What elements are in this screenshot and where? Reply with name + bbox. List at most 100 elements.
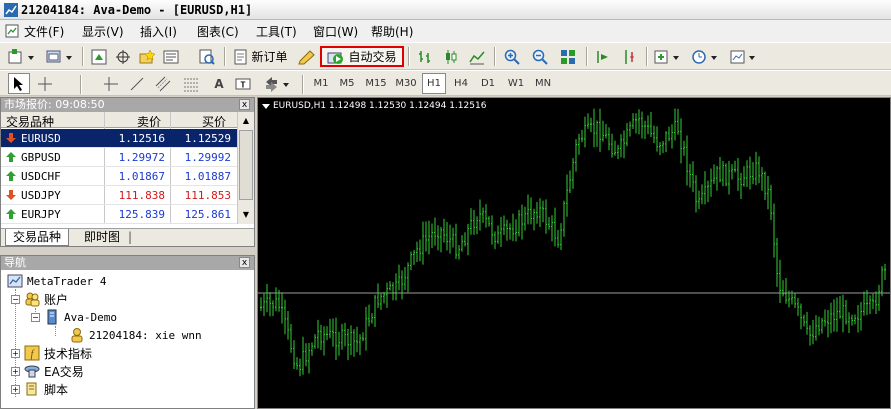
document-icon[interactable] (4, 23, 20, 39)
collapse-icon[interactable]: − (31, 312, 40, 322)
market-watch-toggle[interactable] (88, 46, 110, 67)
tree-indicators-label: 技术指标 (44, 346, 93, 361)
zoom-in-button[interactable] (500, 46, 524, 67)
price-bar (764, 171, 766, 201)
strategy-tester-toggle[interactable] (196, 46, 218, 67)
tree-root[interactable]: MetaTrader 4 (7, 272, 106, 290)
price-bar (872, 293, 874, 310)
tree-account[interactable]: 21204184: xie wnn (69, 326, 202, 344)
tf-m1[interactable]: M1 (309, 73, 333, 94)
tree-scripts[interactable]: + 脚本 (11, 380, 68, 398)
expand-icon[interactable]: + (11, 366, 20, 376)
price-bar (647, 115, 649, 135)
scroll-thumb[interactable] (239, 130, 253, 200)
new-order-button[interactable]: 新订单 (230, 46, 292, 67)
price-bar (401, 270, 403, 300)
tree-indicators[interactable]: + f 技术指标 (11, 344, 92, 362)
menu-window[interactable]: 窗口(W) (313, 23, 358, 40)
scroll-up-icon[interactable]: ▲ (239, 113, 253, 129)
arrows-dropdown[interactable] (262, 73, 296, 94)
tab-tick-chart[interactable]: 即时图 (77, 229, 127, 246)
tile-windows-button[interactable] (556, 46, 580, 67)
market-row-eurusd[interactable]: EURUSD 1.12516 1.12529 (1, 129, 237, 148)
close-icon[interactable]: x (239, 99, 250, 110)
menu-tools[interactable]: 工具(T) (256, 23, 297, 40)
bar-chart-button[interactable] (414, 46, 436, 67)
tree-experts[interactable]: + EA交易 (11, 362, 84, 380)
tf-d1[interactable]: D1 (476, 73, 500, 94)
market-row-gbpusd[interactable]: GBPUSD 1.29972 1.29992 (1, 148, 237, 167)
menu-insert[interactable]: 插入(I) (140, 23, 177, 40)
zoom-out-button[interactable] (528, 46, 552, 67)
tf-m15[interactable]: M15 (362, 73, 390, 94)
price-chart[interactable] (258, 98, 890, 408)
cursor-tool[interactable] (8, 73, 30, 94)
tree-server[interactable]: − Ava-Demo (31, 308, 117, 326)
price-bar (737, 158, 739, 191)
market-row-usdchf[interactable]: USDCHF 1.01867 1.01887 (1, 167, 237, 186)
expand-icon[interactable]: + (11, 348, 20, 358)
price-bar (344, 322, 346, 347)
price-bar (875, 291, 877, 314)
column-bid[interactable]: 卖价 (137, 113, 161, 130)
menu-view[interactable]: 显示(V) (82, 23, 124, 40)
tf-mn[interactable]: MN (531, 73, 555, 94)
price-bar (353, 329, 355, 357)
line-chart-button[interactable] (466, 46, 488, 67)
candlestick-button[interactable] (440, 46, 462, 67)
horizontal-line-tool[interactable] (100, 73, 122, 94)
channel-tool[interactable] (152, 73, 174, 94)
terminal-toggle[interactable] (160, 46, 182, 67)
fibonacci-tool[interactable] (180, 73, 202, 94)
tf-m5[interactable]: M5 (335, 73, 359, 94)
price-bar (680, 118, 682, 164)
menu-file[interactable]: 文件(F) (24, 23, 64, 40)
periodicity-button[interactable] (690, 46, 724, 67)
price-bar (581, 129, 583, 143)
tf-h4[interactable]: H4 (449, 73, 473, 94)
profiles-button[interactable] (44, 46, 78, 67)
tab-symbols[interactable]: 交易品种 (5, 229, 70, 246)
price-bar (419, 239, 421, 262)
price-bar (674, 108, 676, 141)
chart-window[interactable]: EURUSD,H1 1.12498 1.12530 1.12494 1.1251… (257, 97, 891, 409)
price-bar (359, 334, 361, 356)
navigator-toggle[interactable] (136, 46, 158, 67)
expand-icon[interactable]: + (11, 384, 20, 394)
menu-help[interactable]: 帮助(H) (371, 23, 413, 40)
line-chart-icon (469, 51, 485, 64)
column-symbol[interactable]: 交易品种 (6, 113, 54, 130)
crosshair-tool[interactable] (34, 73, 56, 94)
chart-menu-triangle-icon[interactable] (262, 103, 270, 109)
text-label-tool[interactable]: T (232, 73, 254, 94)
tf-h1[interactable]: H1 (422, 73, 446, 94)
market-watch-scrollbar[interactable]: ▲ ▼ (237, 112, 254, 224)
price-bar (644, 120, 646, 140)
new-chart-button[interactable] (6, 46, 40, 67)
price-bar (503, 215, 505, 235)
market-row-usdjpy[interactable]: USDJPY 111.838 111.853 (1, 186, 237, 205)
tf-w1[interactable]: W1 (504, 73, 528, 94)
close-icon[interactable]: x (239, 257, 250, 268)
scroll-down-icon[interactable]: ▼ (239, 207, 253, 223)
indicators-list-button[interactable] (652, 46, 686, 67)
market-row-eurjpy[interactable]: EURJPY 125.839 125.861 (1, 205, 237, 224)
symbol-name: USDCHF (21, 170, 61, 183)
price-bar (590, 117, 592, 133)
autoscroll-button[interactable] (618, 46, 640, 67)
trendline-tool[interactable] (126, 73, 148, 94)
price-bar (320, 324, 322, 351)
auto-trading-button[interactable]: 自动交易 (320, 46, 404, 67)
tf-m30[interactable]: M30 (392, 73, 420, 94)
price-bar (548, 216, 550, 230)
templates-button[interactable] (728, 46, 762, 67)
price-bar (377, 283, 379, 308)
data-window-toggle[interactable] (112, 46, 134, 67)
text-tool[interactable]: A (208, 73, 230, 94)
chart-shift-button[interactable] (592, 46, 614, 67)
column-ask[interactable]: 买价 (202, 113, 226, 130)
collapse-icon[interactable]: − (11, 294, 20, 304)
metaeditor-button[interactable] (296, 46, 318, 67)
tree-accounts[interactable]: − 账户 (11, 290, 68, 308)
menu-charts[interactable]: 图表(C) (197, 23, 239, 40)
